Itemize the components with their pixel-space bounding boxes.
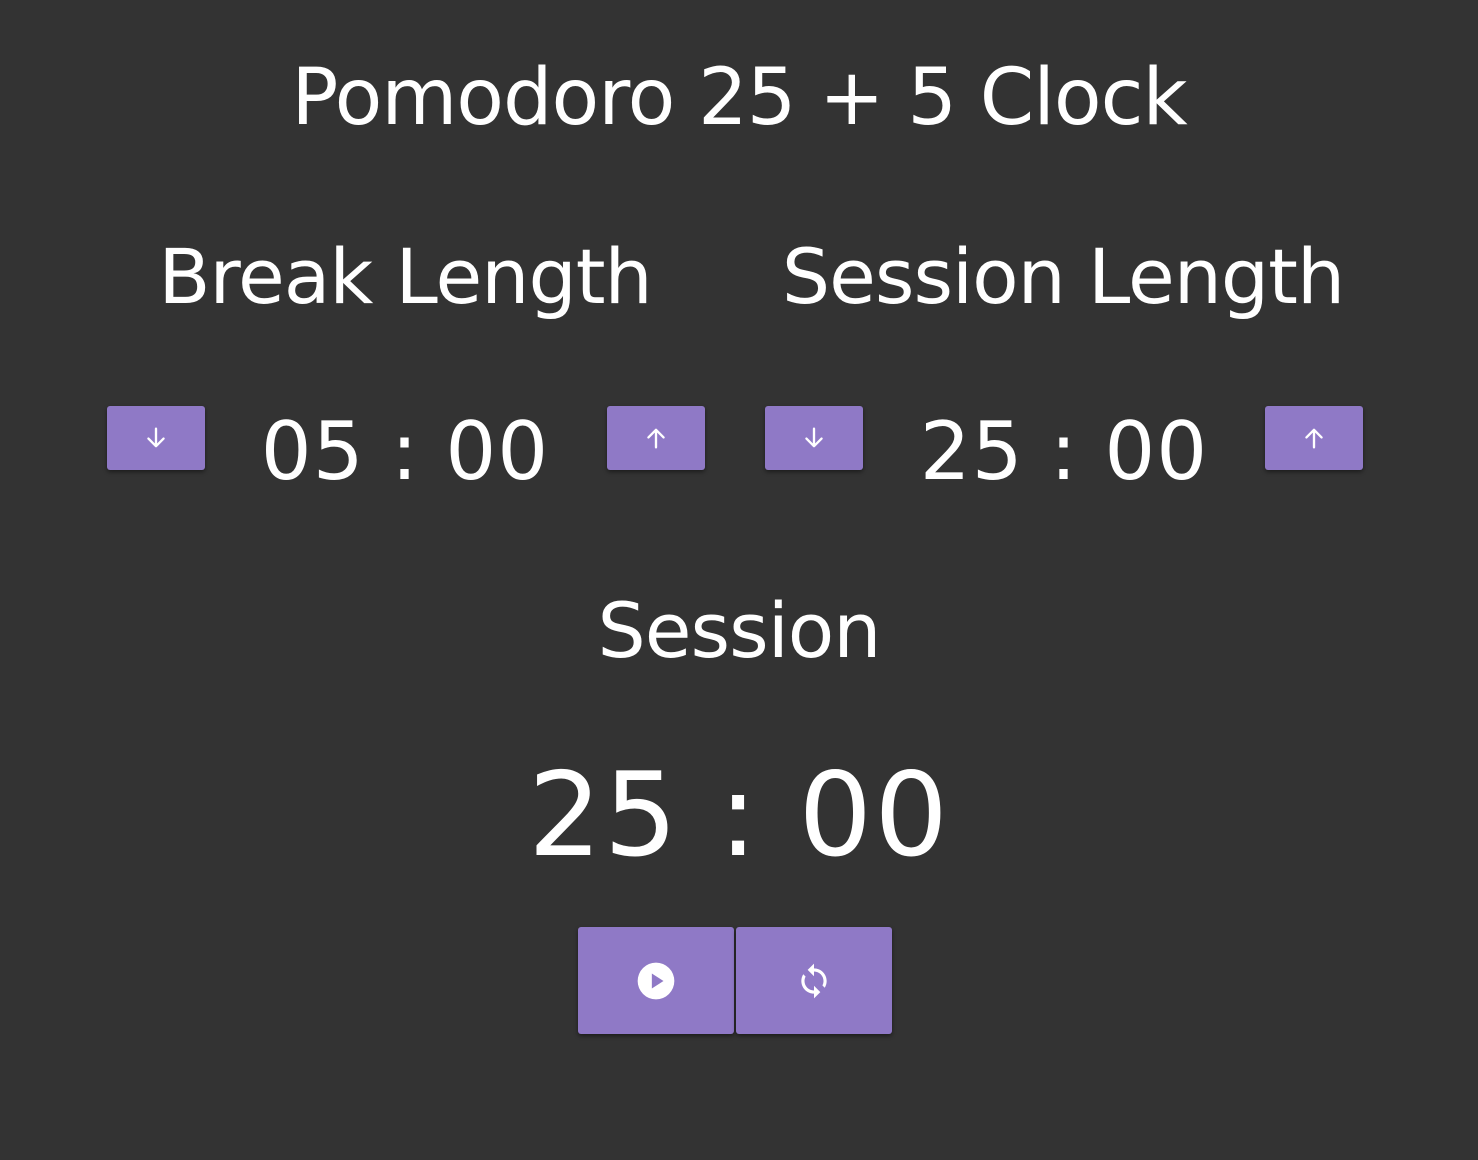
arrow-up-icon <box>642 424 670 452</box>
timer-display: 25 : 00 <box>527 748 951 883</box>
session-decrement-button[interactable] <box>765 406 863 470</box>
arrow-up-icon <box>1300 424 1328 452</box>
reset-button[interactable] <box>736 927 892 1034</box>
arrow-down-icon <box>800 424 828 452</box>
play-icon <box>636 961 676 1001</box>
session-length-value: 25 : 00 <box>919 405 1209 498</box>
break-decrement-button[interactable] <box>107 406 205 470</box>
session-length-label: Session Length <box>781 232 1345 321</box>
break-length-value: 05 : 00 <box>260 405 550 498</box>
arrow-down-icon <box>142 424 170 452</box>
break-length-label: Break Length <box>158 232 652 321</box>
pomodoro-app: Pomodoro 25 + 5 Clock Break Length Sessi… <box>0 0 1478 1160</box>
timer-label: Session <box>597 586 882 675</box>
break-increment-button[interactable] <box>607 406 705 470</box>
refresh-icon <box>795 961 833 1001</box>
session-increment-button[interactable] <box>1265 406 1363 470</box>
start-stop-button[interactable] <box>578 927 734 1034</box>
app-title: Pomodoro 25 + 5 Clock <box>291 53 1187 143</box>
